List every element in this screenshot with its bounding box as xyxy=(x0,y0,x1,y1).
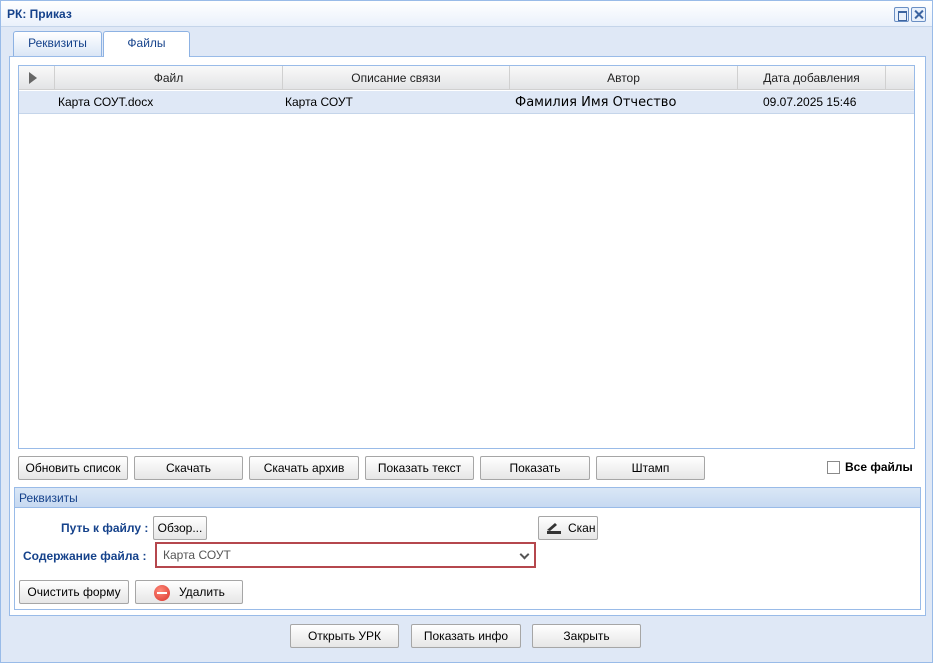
close-icon[interactable] xyxy=(911,7,926,22)
show-button[interactable]: Показать xyxy=(480,456,590,480)
all-files-label: Все файлы xyxy=(845,460,913,474)
tab-files[interactable]: Файлы xyxy=(103,31,190,57)
show-text-button[interactable]: Показать текст xyxy=(365,456,474,480)
column-header-description[interactable]: Описание связи xyxy=(283,66,510,90)
author-cell: Фамилия Имя Отчество xyxy=(515,95,677,110)
expand-arrow-icon[interactable] xyxy=(29,72,37,84)
scan-button[interactable]: Скан xyxy=(538,516,598,540)
scanner-icon xyxy=(547,523,561,534)
window-titlebar: РК: Приказ xyxy=(1,1,932,27)
requisites-section-header: Реквизиты xyxy=(15,488,920,508)
all-files-checkbox[interactable] xyxy=(827,461,840,474)
window-title: РК: Приказ xyxy=(7,7,72,21)
clear-form-button[interactable]: Очистить форму xyxy=(19,580,129,604)
file-content-select[interactable]: Карта СОУТ xyxy=(155,542,536,568)
stamp-button[interactable]: Штамп xyxy=(596,456,705,480)
open-urk-button[interactable]: Открыть УРК xyxy=(290,624,399,648)
chevron-down-icon[interactable] xyxy=(519,549,530,560)
tab-requisites[interactable]: Реквизиты xyxy=(13,31,102,56)
download-archive-button[interactable]: Скачать архив xyxy=(249,456,359,480)
file-content-value: Карта СОУТ xyxy=(163,548,231,562)
delete-button[interactable]: Удалить xyxy=(135,580,243,604)
document-window: РК: Приказ Реквизиты Файлы Файл Описание… xyxy=(0,0,933,663)
delete-icon xyxy=(154,585,170,601)
requisites-section: Реквизиты Путь к файлу : Обзор... Скан С… xyxy=(14,487,921,610)
files-grid: Файл Описание связи Автор Дата добавлени… xyxy=(18,65,915,449)
file-content-label: Содержание файла : xyxy=(23,549,147,563)
grid-header: Файл Описание связи Автор Дата добавлени… xyxy=(19,66,914,90)
maximize-icon[interactable] xyxy=(894,7,909,22)
column-header-author[interactable]: Автор xyxy=(510,66,738,90)
browse-button[interactable]: Обзор... xyxy=(153,516,207,540)
expander-column[interactable] xyxy=(19,66,55,90)
files-tab-panel: Файл Описание связи Автор Дата добавлени… xyxy=(9,56,926,616)
show-info-button[interactable]: Показать инфо xyxy=(411,624,521,648)
refresh-list-button[interactable]: Обновить список xyxy=(18,456,128,480)
file-path-label: Путь к файлу : xyxy=(61,521,149,535)
table-row[interactable]: Карта СОУТ.docx Карта СОУТ Фамилия Имя О… xyxy=(19,91,914,114)
file-name-cell: Карта СОУТ.docx xyxy=(58,95,154,109)
description-cell: Карта СОУТ xyxy=(285,95,353,109)
column-header-file[interactable]: Файл xyxy=(55,66,283,90)
close-button[interactable]: Закрыть xyxy=(532,624,641,648)
requisites-section-title: Реквизиты xyxy=(19,491,78,505)
date-cell: 09.07.2025 15:46 xyxy=(763,95,857,109)
scan-label: Скан xyxy=(568,521,596,535)
download-button[interactable]: Скачать xyxy=(134,456,243,480)
column-header-date[interactable]: Дата добавления xyxy=(738,66,886,90)
delete-label: Удалить xyxy=(179,585,225,599)
